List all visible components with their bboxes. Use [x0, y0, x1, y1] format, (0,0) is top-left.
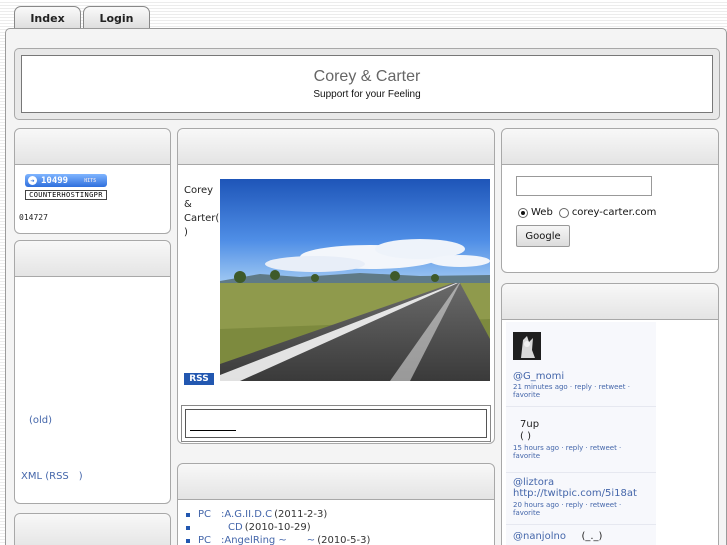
- news-link[interactable]: CD: [198, 521, 243, 534]
- counter-badge-value: 10499: [41, 175, 69, 186]
- news-date: (2010-5-3): [317, 535, 371, 545]
- site-title[interactable]: Corey & Carter: [22, 68, 712, 86]
- site-subtitle: Support for your Feeling: [313, 89, 421, 100]
- bullet-icon: [186, 525, 190, 530]
- search-input[interactable]: [516, 176, 652, 196]
- xml-rss-link[interactable]: XML (RSS ): [21, 467, 83, 482]
- archive-old-link[interactable]: (old): [29, 415, 52, 426]
- tweet-item: 7up ( ) 15 hours ago · reply · retweet ·…: [506, 406, 656, 472]
- news-box-header: [178, 464, 494, 500]
- tab-index[interactable]: Index: [14, 6, 81, 30]
- google-search-button[interactable]: Google: [516, 225, 570, 247]
- left-bottom-box-header: [15, 514, 170, 545]
- tweet-meta[interactable]: 21 minutes ago · reply · retweet · favor…: [513, 383, 649, 399]
- tweet-link[interactable]: http://twitpic.com/5i18at: [513, 488, 649, 500]
- news-list: PC :A.G.II.D.C (2011-2-3) CD (2010-10-29…: [186, 508, 370, 545]
- road-photo: [220, 179, 490, 381]
- counter-number: 014727: [19, 213, 48, 222]
- news-date: (2011-2-3): [274, 509, 328, 520]
- counter-arrow-icon: ➔: [28, 176, 37, 185]
- intro-inner-panel: [185, 409, 487, 438]
- bullet-icon: [186, 538, 190, 543]
- tweet-item: @nanjolno (_._): [506, 524, 656, 545]
- tweet-user[interactable]: @G_momi: [513, 371, 649, 382]
- twitter-box-header: [502, 284, 718, 320]
- archive-box-header: [15, 241, 170, 277]
- twitter-timeline: @G_momi 21 minutes ago · reply · retweet…: [506, 322, 656, 545]
- hit-counter-badge[interactable]: ➔ 10499 HITS: [25, 174, 107, 187]
- radio-web-label: Web: [531, 207, 553, 218]
- news-item: PC :AngelRing ~ ~ (2010-5-3): [186, 534, 370, 545]
- radio-site[interactable]: [558, 207, 569, 218]
- avatar[interactable]: [513, 332, 541, 360]
- left-bottom-box: [14, 513, 171, 545]
- counter-box-header: [15, 129, 170, 165]
- news-item: PC :A.G.II.D.C (2011-2-3): [186, 508, 370, 521]
- site-header: Corey & Carter Support for your Feeling: [14, 48, 720, 120]
- tweet-body: (_._): [581, 531, 603, 542]
- intro-box-header: [178, 129, 494, 165]
- header-panel: Corey & Carter Support for your Feeling: [21, 55, 713, 113]
- twitter-box: @G_momi 21 minutes ago · reply · retweet…: [501, 283, 719, 545]
- bullet-icon: [186, 512, 190, 517]
- intro-text: Corey & Carter( ): [184, 185, 220, 238]
- news-item: CD (2010-10-29): [186, 521, 370, 534]
- tweet-user[interactable]: @nanjolno: [513, 531, 566, 542]
- tweet-meta[interactable]: 15 hours ago · reply · retweet · favorit…: [513, 444, 649, 460]
- tab-login[interactable]: Login: [83, 6, 150, 30]
- news-date: (2010-10-29): [244, 522, 311, 533]
- rss-badge[interactable]: RSS: [184, 373, 214, 385]
- counter-badge-hits: HITS: [84, 177, 97, 184]
- news-link[interactable]: PC :AngelRing ~ ~: [198, 534, 315, 545]
- counter-box: ➔ 10499 HITS COUNTERHOSTINGPR 014727: [14, 128, 171, 234]
- tweet-item: @liztora http://twitpic.com/5i18at 20 ho…: [506, 472, 656, 524]
- tweet-user[interactable]: @liztora: [513, 477, 649, 488]
- search-box-header: [502, 129, 718, 165]
- tweet-body: 7up ( ): [520, 419, 540, 442]
- intro-box: Corey & Carter( ) RSS: [177, 128, 495, 444]
- search-box: Web corey-carter.com Google: [501, 128, 719, 273]
- intro-inner-box: [181, 405, 491, 442]
- tweet-meta[interactable]: 20 hours ago · reply · retweet · favorit…: [513, 501, 649, 517]
- search-scope: Web corey-carter.com: [518, 207, 656, 218]
- counter-hosting-strip[interactable]: COUNTERHOSTINGPR: [25, 190, 107, 200]
- radio-web[interactable]: [518, 207, 528, 218]
- google-search-form: Web corey-carter.com Google: [506, 167, 656, 259]
- intro-underline: [190, 430, 236, 431]
- news-link[interactable]: PC :A.G.II.D.C: [198, 508, 272, 521]
- news-box: PC :A.G.II.D.C (2011-2-3) CD (2010-10-29…: [177, 463, 495, 545]
- archive-box: (old) XML (RSS ): [14, 240, 171, 504]
- top-tabs: Index Login: [14, 6, 152, 30]
- radio-site-label: corey-carter.com: [571, 207, 657, 218]
- tweet-item: @G_momi 21 minutes ago · reply · retweet…: [506, 367, 656, 403]
